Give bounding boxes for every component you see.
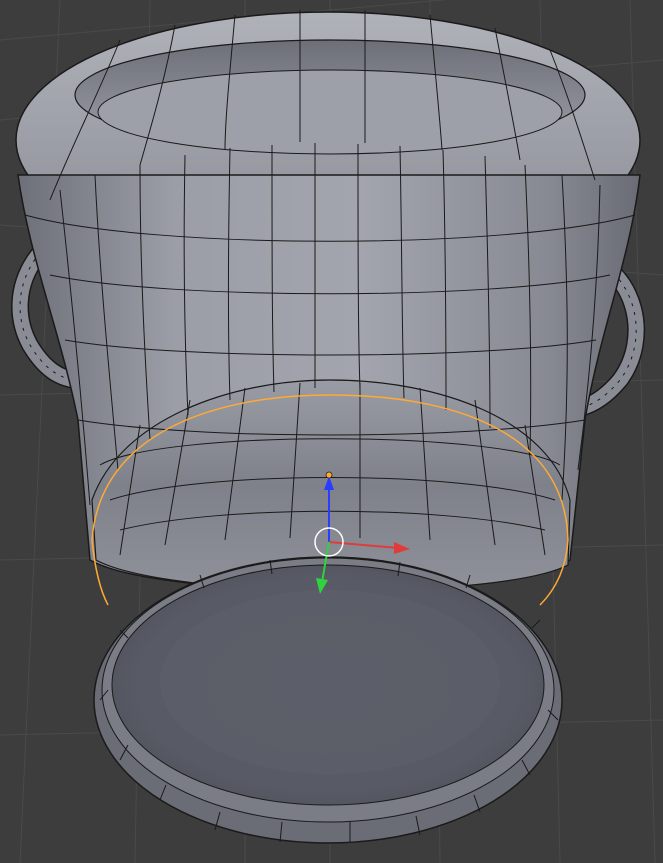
bucket-base[interactable] (93, 556, 563, 844)
viewport-canvas[interactable] (0, 0, 663, 863)
3d-viewport[interactable] (0, 0, 663, 863)
gizmo-z-tip (325, 471, 333, 479)
